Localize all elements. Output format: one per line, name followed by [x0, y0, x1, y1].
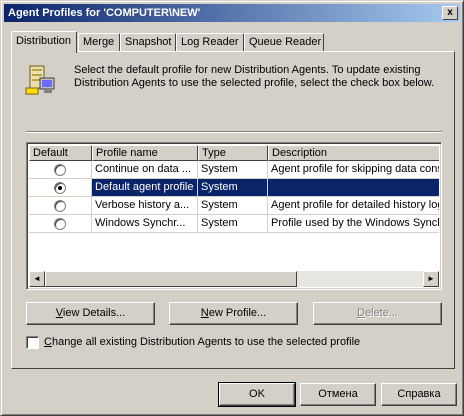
default-cell [29, 197, 92, 215]
default-cell [29, 215, 92, 233]
scroll-right-icon[interactable]: ► [423, 271, 439, 287]
table-row-selected[interactable]: Default agent profile System [29, 179, 439, 197]
horizontal-scrollbar[interactable]: ◄ ► [29, 271, 439, 287]
separator [26, 131, 442, 133]
delete-button[interactable]: Delete... [313, 302, 442, 325]
default-radio[interactable] [54, 218, 66, 230]
profiles-table[interactable]: Default Profile name Type Description Co… [26, 142, 442, 290]
scroll-left-icon[interactable]: ◄ [29, 271, 45, 287]
ok-button[interactable]: OK [218, 382, 296, 407]
view-details-button[interactable]: View Details... [26, 302, 155, 325]
window-title: Agent Profiles for 'COMPUTER\NEW' [8, 7, 201, 19]
help-button[interactable]: Справка [381, 383, 457, 406]
table-header: Default Profile name Type Description [29, 145, 439, 161]
col-default-header[interactable]: Default [29, 145, 92, 161]
type-cell: System [198, 197, 268, 215]
description-cell: Agent profile for detailed history logg [268, 197, 439, 215]
default-cell [29, 161, 92, 179]
tab-distribution[interactable]: Distribution [11, 31, 77, 53]
description-cell: Agent profile for skipping data consis [268, 161, 439, 179]
distribution-panel: Select the default profile for new Distr… [11, 51, 455, 369]
change-all-label[interactable]: Change all existing Distribution Agents … [44, 336, 360, 348]
table-row[interactable]: Verbose history a... System Agent profil… [29, 197, 439, 215]
tab-merge[interactable]: Merge [78, 33, 120, 52]
table-row[interactable]: Windows Synchr... System Profile used by… [29, 215, 439, 233]
type-cell: System [198, 161, 268, 179]
col-profile-name-header[interactable]: Profile name [92, 145, 198, 161]
table-row[interactable]: Continue on data ... System Agent profil… [29, 161, 439, 179]
cancel-button[interactable]: Отмена [300, 383, 376, 406]
change-all-checkbox[interactable] [26, 336, 39, 349]
tab-queue-reader[interactable]: Queue Reader [244, 33, 324, 52]
col-description-header[interactable]: Description [268, 145, 439, 161]
new-profile-button[interactable]: New Profile... [169, 302, 298, 325]
default-cell [29, 179, 92, 197]
scroll-thumb[interactable] [45, 271, 297, 287]
profile-name-cell: Verbose history a... [92, 197, 198, 215]
description-cell [268, 179, 439, 197]
default-radio-selected[interactable] [54, 182, 66, 194]
type-cell: System [198, 215, 268, 233]
default-radio[interactable] [54, 200, 66, 212]
type-cell: System [198, 179, 268, 197]
default-radio[interactable] [54, 164, 66, 176]
intro-text: Select the default profile for new Distr… [74, 64, 435, 89]
profile-name-cell: Windows Synchr... [92, 215, 198, 233]
close-button[interactable]: x [442, 6, 458, 20]
title-bar: Agent Profiles for 'COMPUTER\NEW' x [4, 4, 460, 22]
description-cell: Profile used by the Windows Synchr [268, 215, 439, 233]
agent-profile-icon [25, 65, 55, 95]
tab-snapshot[interactable]: Snapshot [120, 33, 176, 52]
tab-log-reader[interactable]: Log Reader [176, 33, 244, 52]
col-type-header[interactable]: Type [198, 145, 268, 161]
agent-profiles-dialog: Agent Profiles for 'COMPUTER\NEW' x Dist… [0, 0, 464, 416]
profile-name-cell: Default agent profile [92, 179, 198, 197]
profile-name-cell: Continue on data ... [92, 161, 198, 179]
